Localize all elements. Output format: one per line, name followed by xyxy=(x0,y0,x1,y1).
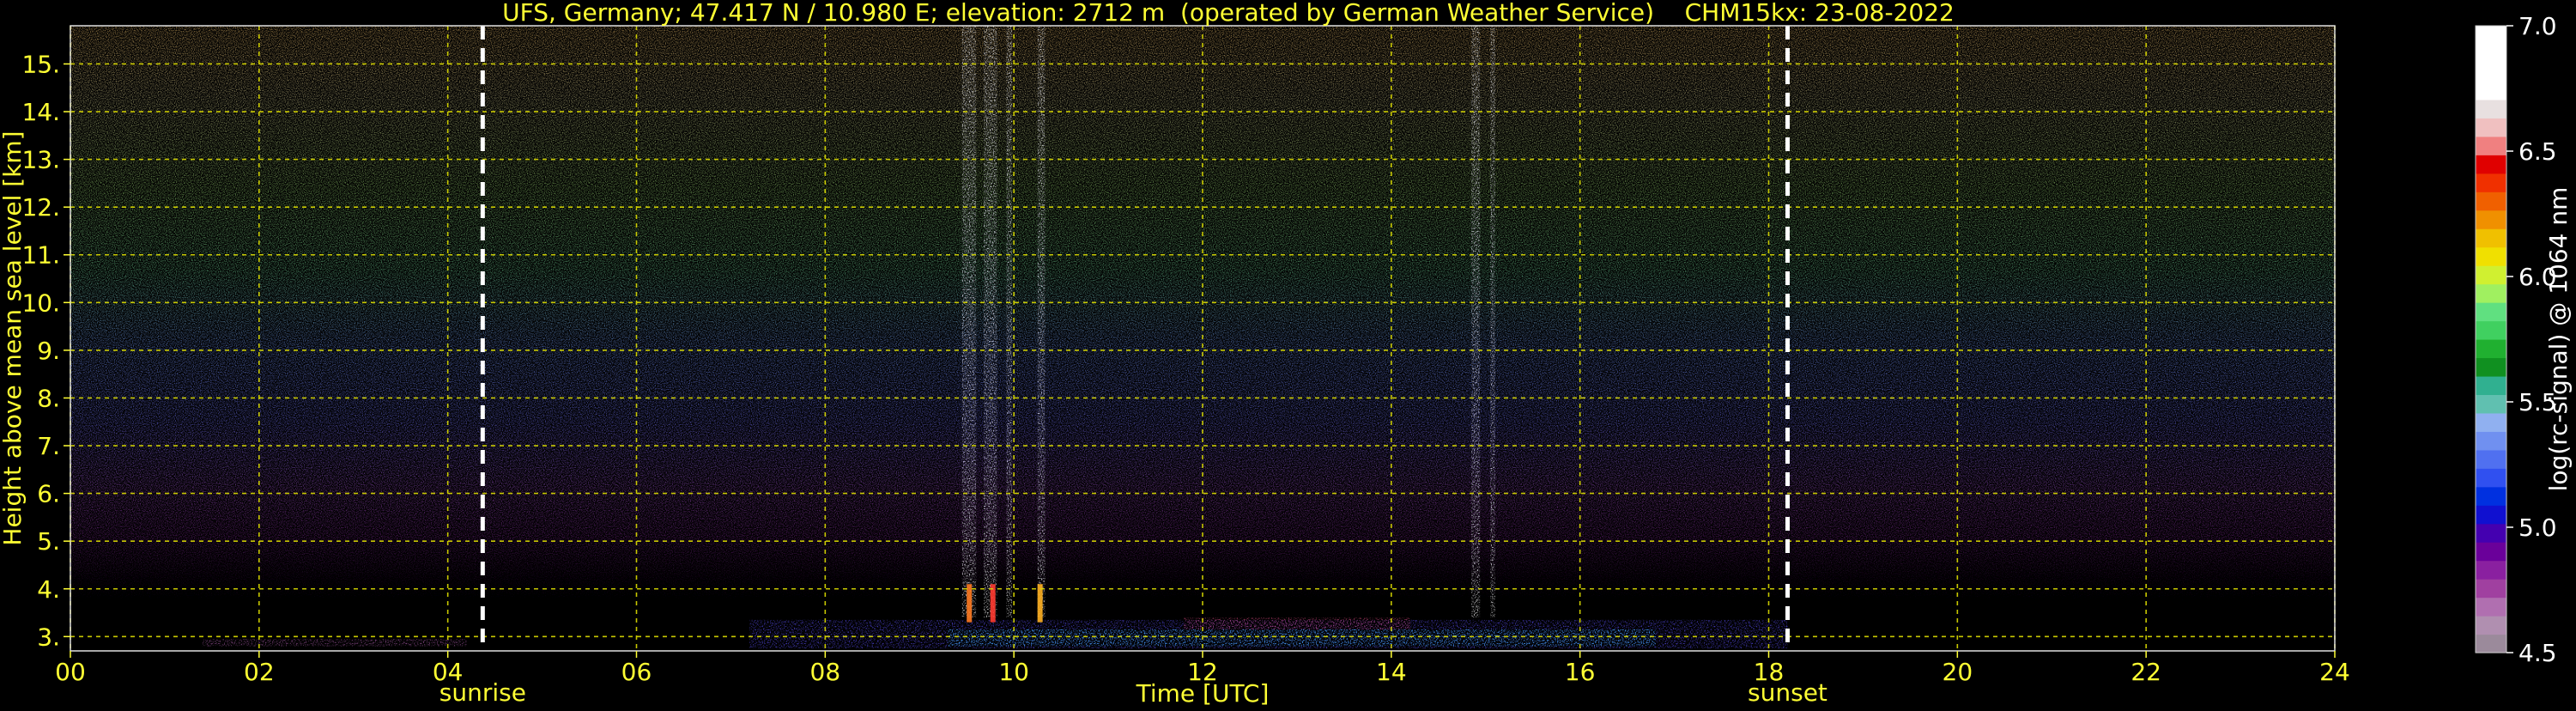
colorbar-segment xyxy=(2476,155,2506,174)
colorbar-segment xyxy=(2476,505,2506,525)
y-tick-label: 14. xyxy=(21,98,60,126)
sunset-label: sunset xyxy=(1748,678,1827,707)
x-tick-label: 24 xyxy=(2319,658,2350,686)
signal-column xyxy=(1006,26,1012,618)
signal-column xyxy=(1037,26,1046,618)
y-tick-label: 9. xyxy=(37,337,60,365)
y-tick-label: 6. xyxy=(37,480,60,508)
y-tick-label: 12. xyxy=(21,193,60,222)
x-tick-label: 16 xyxy=(1565,658,1596,686)
colorbar-segment xyxy=(2476,246,2506,266)
y-tick-label: 15. xyxy=(21,50,60,78)
x-tick-label: 22 xyxy=(2131,658,2161,686)
cloud-spike xyxy=(990,584,996,623)
y-tick-label: 10. xyxy=(21,289,60,317)
x-tick-label: 14 xyxy=(1376,658,1407,686)
colorbar-segment xyxy=(2476,81,2506,100)
colorbar-segment xyxy=(2476,634,2506,653)
y-tick-label: 4. xyxy=(37,575,60,604)
x-tick-label: 20 xyxy=(1943,658,1973,686)
y-tick-label: 8. xyxy=(37,384,60,412)
sunrise-label: sunrise xyxy=(439,678,526,707)
colorbar-segment xyxy=(2476,560,2506,580)
chart-svg: 00 02 04 06 08 10 12 14 16 18 20 22 243.4.5.6.7.8.9.… xyxy=(0,0,2573,708)
colorbar-segment xyxy=(2476,228,2506,248)
y-tick-label: 5. xyxy=(37,527,60,556)
colorbar-segment xyxy=(2476,320,2506,340)
x-tick-label: 02 xyxy=(244,658,275,686)
colorbar-label: log(rc-signal) @ 1064 nm xyxy=(2544,187,2573,492)
colorbar-tick-label: 5.0 xyxy=(2518,514,2557,542)
colorbar-segment xyxy=(2476,542,2506,562)
colorbar-segment xyxy=(2476,468,2506,488)
colorbar-segment xyxy=(2476,210,2506,229)
colorbar-segment xyxy=(2476,62,2506,82)
signal-column xyxy=(961,26,977,618)
y-tick-label: 11. xyxy=(21,241,60,270)
x-tick-label: 10 xyxy=(998,658,1029,686)
signal-column xyxy=(983,26,997,618)
colorbar-segment xyxy=(2476,99,2506,118)
colorbar-segment xyxy=(2476,302,2506,322)
signal-column xyxy=(1490,26,1495,618)
colorbar-segment xyxy=(2476,339,2506,359)
colorbar-segment xyxy=(2476,412,2506,432)
colorbar-tick-label: 6.5 xyxy=(2518,137,2557,166)
night-surface-signal xyxy=(202,639,467,647)
colorbar-segment xyxy=(2476,26,2506,46)
colorbar-segment xyxy=(2476,136,2506,155)
colorbar-segment xyxy=(2476,616,2506,635)
ceilometer-chart: 00 02 04 06 08 10 12 14 16 18 20 22 24 3. 4. 5. 6. 7. 8. 9.… xyxy=(0,0,2576,708)
cloud-spike xyxy=(967,584,973,623)
colorbar-segment xyxy=(2476,118,2506,137)
colorbar-tick-label: 4.5 xyxy=(2518,639,2557,667)
colorbar-segment xyxy=(2476,431,2506,451)
colorbar-segment xyxy=(2476,486,2506,506)
colorbar-segment xyxy=(2476,523,2506,543)
colorbar-segment xyxy=(2476,173,2506,192)
boundary-layer-top xyxy=(1184,617,1410,629)
colorbar-segment xyxy=(2476,265,2506,285)
x-tick-label: 00 xyxy=(55,658,86,686)
colorbar-segment xyxy=(2476,597,2506,617)
colorbar-segment xyxy=(2476,44,2506,64)
colorbar-segment xyxy=(2476,191,2506,211)
y-tick-label: 13. xyxy=(21,146,60,174)
y-axis-label: Height above mean sea level [km] xyxy=(0,131,27,545)
x-axis-label: Time [UTC] xyxy=(1136,679,1270,708)
colorbar-segment xyxy=(2476,394,2506,414)
boundary-layer-core xyxy=(948,629,1656,647)
x-tick-label: 08 xyxy=(810,658,841,686)
x-tick-label: 06 xyxy=(621,658,652,686)
colorbar-segment xyxy=(2476,449,2506,469)
cloud-spike xyxy=(1037,584,1043,623)
y-tick-label: 7. xyxy=(37,432,60,460)
y-tick-label: 3. xyxy=(37,623,60,651)
colorbar-segment xyxy=(2476,375,2506,396)
colorbar-segment xyxy=(2476,579,2506,599)
colorbar-segment xyxy=(2476,357,2506,377)
chart-title: UFS, Germany; 47.417 N / 10.980 E; eleva… xyxy=(502,0,1955,27)
colorbar-tick-label: 7.0 xyxy=(2518,12,2557,40)
colorbar-segment xyxy=(2476,283,2506,303)
signal-column xyxy=(1471,26,1481,618)
